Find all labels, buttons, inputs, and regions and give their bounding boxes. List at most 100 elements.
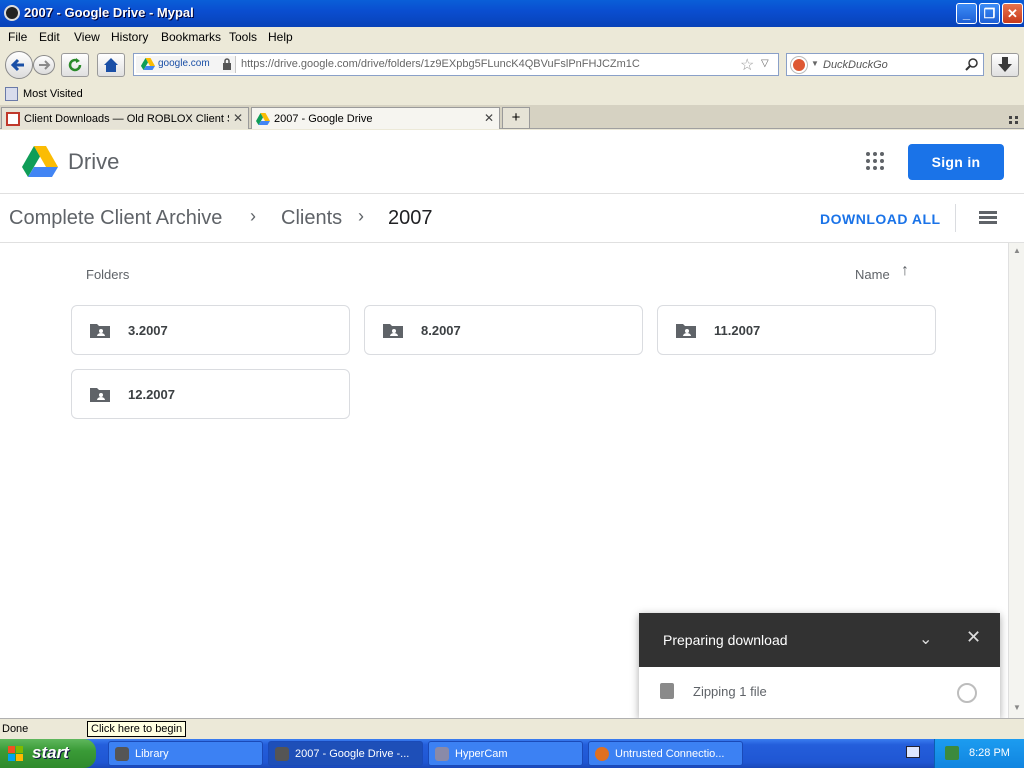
start-button[interactable]: start: [0, 739, 96, 768]
zip-file-icon: [660, 683, 674, 699]
keyboard-icon[interactable]: [906, 746, 920, 758]
search-engine-dropdown-icon[interactable]: ▼: [811, 59, 819, 68]
windows-logo-icon: [8, 746, 24, 762]
taskbar-item-google-drive[interactable]: 2007 - Google Drive -...: [268, 741, 423, 766]
google-apps-icon[interactable]: [866, 152, 886, 172]
tab-client-downloads[interactable]: Client Downloads — Old ROBLOX Client S..…: [1, 107, 249, 129]
drive-brand-label[interactable]: Drive: [68, 149, 119, 175]
start-label: start: [32, 743, 69, 762]
back-button[interactable]: [5, 51, 33, 79]
breadcrumb-clients[interactable]: Clients: [281, 207, 342, 230]
bookmark-star-icon[interactable]: ☆: [740, 55, 754, 75]
chevron-right-icon: ›: [358, 206, 364, 226]
forward-arrow-icon: [39, 60, 51, 70]
taskbar: start Library 2007 - Google Drive -... H…: [0, 739, 1024, 768]
menu-history[interactable]: History: [111, 30, 148, 44]
vertical-scrollbar[interactable]: ▲ ▼: [1008, 243, 1024, 718]
menu-edit[interactable]: Edit: [39, 30, 60, 44]
resize-grip-icon[interactable]: [1010, 723, 1020, 735]
folders-heading: Folders: [86, 267, 130, 282]
most-visited-icon: [5, 87, 18, 101]
forward-button[interactable]: [33, 55, 55, 75]
folder-item[interactable]: 8.2007: [364, 305, 643, 355]
close-panel-icon[interactable]: ✕: [966, 627, 981, 648]
taskbar-item-untrusted-connection[interactable]: Untrusted Connectio...: [588, 741, 743, 766]
home-button[interactable]: [97, 53, 125, 77]
collapse-chevron-icon[interactable]: ⌄: [919, 629, 932, 649]
close-button[interactable]: ✕: [1002, 3, 1023, 24]
address-bar[interactable]: google.com https://drive.google.com/driv…: [133, 53, 779, 76]
downloads-button[interactable]: [991, 53, 1019, 77]
scroll-down-arrow-icon[interactable]: ▼: [1011, 703, 1023, 715]
taskbar-item-library[interactable]: Library: [108, 741, 263, 766]
minimize-button[interactable]: _: [956, 3, 977, 24]
mypal-icon: [275, 747, 289, 761]
page-viewport: Drive Sign in Complete Client Archive › …: [0, 130, 1024, 718]
shared-folder-icon: [90, 388, 110, 402]
menu-file[interactable]: File: [8, 30, 27, 44]
menu-bookmarks[interactable]: Bookmarks: [161, 30, 221, 44]
download-status-text: Zipping 1 file: [693, 684, 767, 699]
menu-tools[interactable]: Tools: [229, 30, 257, 44]
url-dropdown-icon[interactable]: ▽: [761, 58, 769, 69]
google-drive-icon: [141, 58, 155, 70]
scroll-up-arrow-icon[interactable]: ▲: [1011, 246, 1023, 258]
title-bar: 2007 - Google Drive - Mypal _ ❐ ✕: [0, 0, 1024, 27]
list-view-icon[interactable]: [979, 211, 997, 225]
divider: [955, 204, 956, 232]
breadcrumb-current-folder: 2007: [388, 207, 433, 229]
reload-button[interactable]: [61, 53, 89, 77]
drive-header: Drive Sign in: [0, 130, 1024, 194]
download-arrow-icon: [998, 57, 1012, 72]
firefox-icon: [595, 747, 609, 761]
mypal-icon: [4, 5, 20, 21]
bookmarks-toolbar: Most Visited: [0, 83, 1024, 105]
search-bar[interactable]: ▼ DuckDuckGo: [786, 53, 984, 76]
network-icon[interactable]: [945, 746, 959, 760]
maximize-button[interactable]: ❐: [979, 3, 1000, 24]
folder-name: 3.2007: [128, 323, 168, 338]
folder-item[interactable]: 11.2007: [657, 305, 936, 355]
tab-close-icon[interactable]: ✕: [233, 111, 243, 125]
new-tab-button[interactable]: +: [502, 107, 530, 129]
sort-by-name-button[interactable]: Name: [855, 267, 890, 282]
download-all-button[interactable]: DOWNLOAD ALL: [820, 211, 941, 227]
google-drive-logo-icon[interactable]: [22, 144, 58, 178]
breadcrumb-complete-client-archive[interactable]: Complete Client Archive: [9, 207, 222, 230]
taskbar-item-hypercam[interactable]: HyperCam: [428, 741, 583, 766]
home-icon: [104, 58, 118, 72]
url-text: https://drive.google.com/drive/folders/1…: [241, 58, 640, 70]
bookmark-most-visited[interactable]: Most Visited: [23, 88, 83, 100]
status-text: Done: [2, 723, 29, 735]
search-icon[interactable]: [965, 58, 979, 72]
tab-strip: Client Downloads — Old ROBLOX Client S..…: [0, 105, 1024, 129]
shared-folder-icon: [383, 324, 403, 338]
sign-in-button[interactable]: Sign in: [908, 144, 1004, 180]
folder-name: 8.2007: [421, 323, 461, 338]
search-placeholder: DuckDuckGo: [823, 59, 888, 71]
duckduckgo-icon: [791, 57, 807, 73]
menu-help[interactable]: Help: [268, 30, 293, 44]
taskbar-item-label: HyperCam: [455, 748, 508, 760]
breadcrumb: Complete Client Archive › Clients › 2007…: [0, 194, 1024, 243]
tab-list-icon[interactable]: [1009, 113, 1019, 124]
folder-item[interactable]: 12.2007: [71, 369, 350, 419]
taskbar-item-label: 2007 - Google Drive -...: [295, 748, 410, 760]
folder-item[interactable]: 3.2007: [71, 305, 350, 355]
tab-google-drive[interactable]: 2007 - Google Drive ✕: [251, 107, 500, 129]
tab-label: 2007 - Google Drive: [274, 113, 373, 125]
site-identity-label: google.com: [158, 58, 210, 69]
menu-view[interactable]: View: [74, 30, 100, 44]
taskbar-item-label: Library: [135, 748, 169, 760]
tab-label: Client Downloads — Old ROBLOX Client S..…: [24, 113, 229, 125]
shared-folder-icon: [90, 324, 110, 338]
site-identity[interactable]: google.com: [136, 56, 236, 73]
hypercam-icon: [435, 747, 449, 761]
google-drive-icon: [256, 113, 270, 125]
window-title: 2007 - Google Drive - Mypal: [24, 5, 194, 20]
clock[interactable]: 8:28 PM: [969, 747, 1010, 759]
tab-close-icon[interactable]: ✕: [484, 111, 494, 125]
roblox-icon: [6, 112, 20, 126]
system-tray: 8:28 PM: [934, 739, 1024, 768]
sort-arrow-up-icon[interactable]: ↑: [901, 262, 909, 280]
